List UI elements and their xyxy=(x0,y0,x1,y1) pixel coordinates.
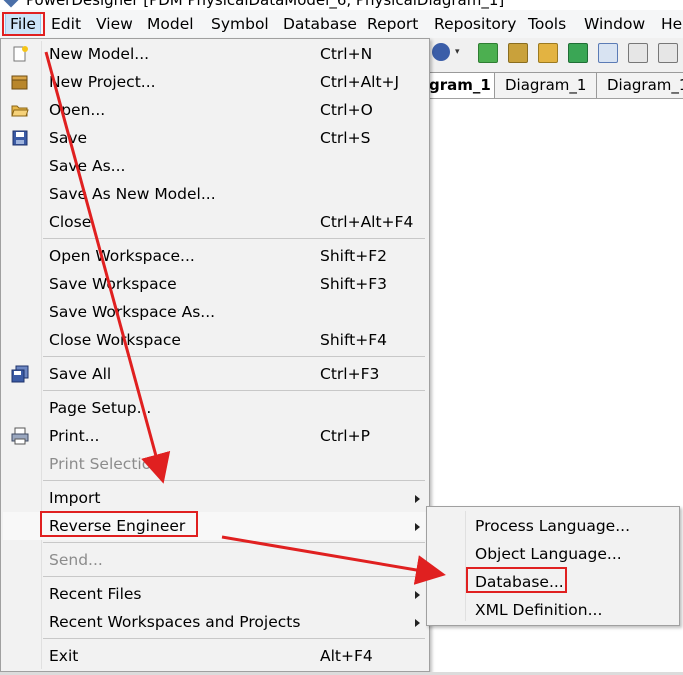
arrow-to-database xyxy=(221,535,446,585)
annotation-arrows xyxy=(44,51,446,585)
arrow-to-reverse-engineer xyxy=(44,51,171,484)
